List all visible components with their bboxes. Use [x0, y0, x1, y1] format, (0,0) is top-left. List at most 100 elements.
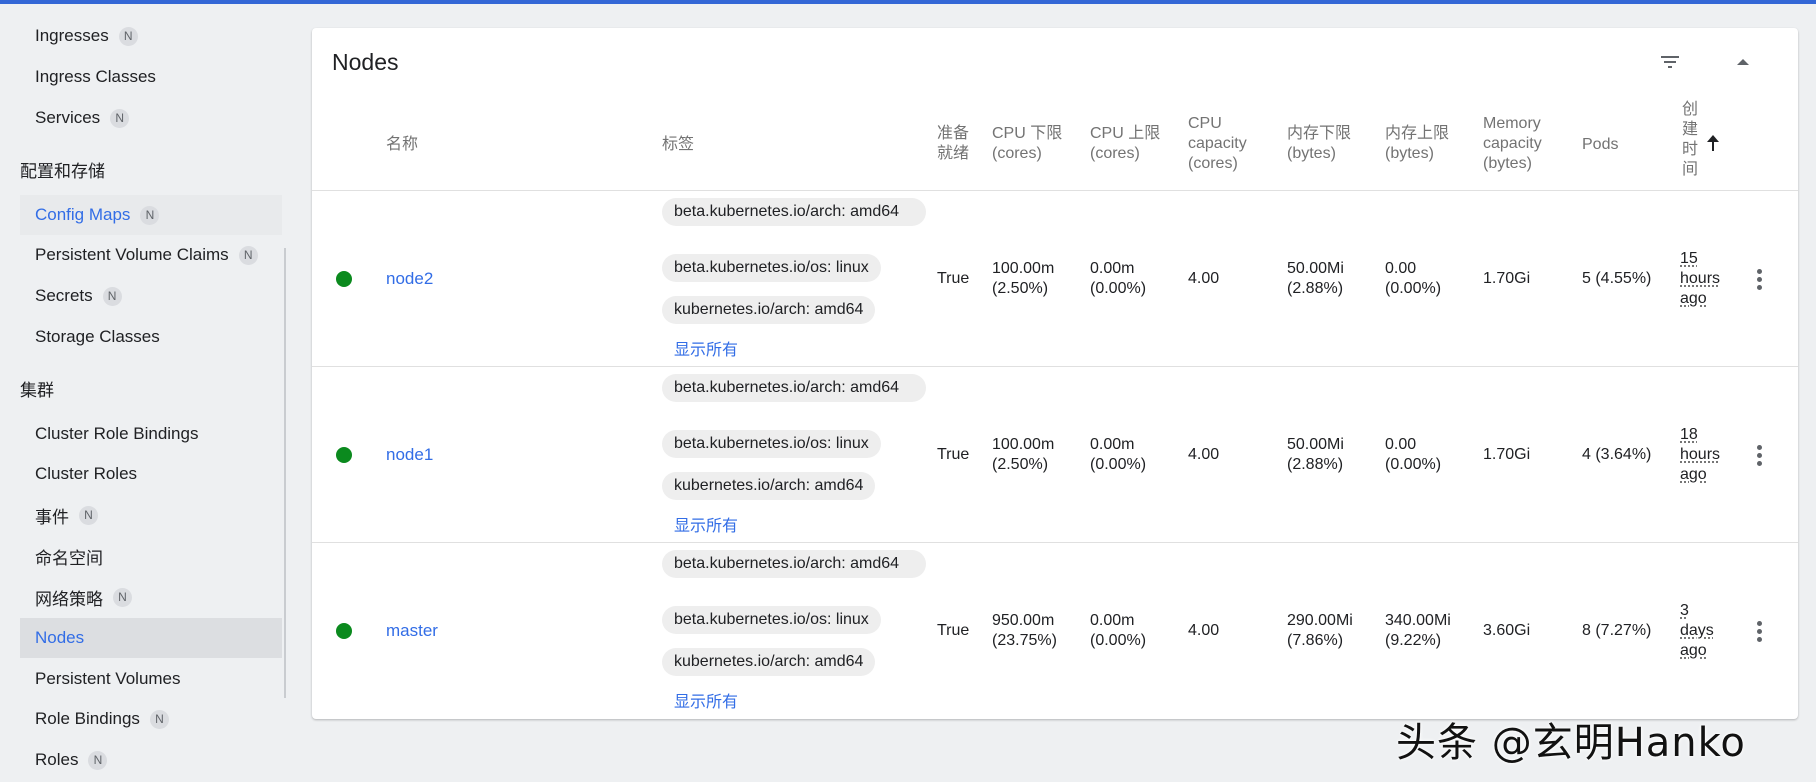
new-badge: N — [88, 750, 108, 770]
more-vert-icon — [1756, 276, 1762, 282]
pods-value: 5 (4.55%) — [1582, 270, 1652, 287]
new-badge: N — [102, 286, 122, 306]
sidebar-item-persistent-volumes[interactable]: Persistent Volumes — [20, 659, 282, 699]
sidebar-scrollbar[interactable] — [284, 248, 286, 698]
cpu-limits-value: 0.00m (0.00%) — [1090, 259, 1146, 299]
cpu-limits-value: 0.00m (0.00%) — [1090, 435, 1146, 475]
sidebar-item-label: Cluster Roles — [35, 464, 138, 483]
sidebar-item-secrets[interactable]: Secrets N — [20, 276, 282, 316]
ready-value: True — [937, 270, 970, 287]
sidebar-item-namespaces[interactable]: 命名空间 — [20, 536, 282, 576]
more-vert-icon — [1756, 268, 1762, 274]
column-header-name[interactable]: 名称 — [386, 135, 418, 155]
value-line: 18 — [1680, 426, 1698, 443]
value-line: ago — [1680, 466, 1707, 483]
column-header-pods: Pods — [1582, 136, 1619, 153]
show-all-labels-link[interactable]: 显示所有 — [674, 336, 738, 360]
column-header-memory-capacity: Memory capacity (bytes) — [1483, 114, 1542, 174]
sidebar-item-ingresses[interactable]: Ingresses N — [20, 16, 282, 56]
created-age: 3 days ago — [1680, 601, 1714, 661]
sidebar-item-label: Persistent Volumes — [35, 669, 181, 688]
sidebar-item-roles[interactable]: Roles N — [20, 740, 282, 780]
show-all-labels-link[interactable]: 显示所有 — [674, 512, 738, 536]
value-line: hours — [1680, 270, 1721, 287]
sort-arrow-up-icon[interactable] — [1704, 133, 1722, 153]
sidebar-item-label: Persistent Volume Claims — [35, 245, 229, 264]
memory-requests-value: 50.00Mi (2.88%) — [1287, 435, 1344, 475]
more-vert-icon — [1756, 636, 1762, 642]
column-header-labels: 标签 — [662, 136, 695, 153]
value-line: (0.00%) — [1385, 456, 1442, 473]
row-actions-button[interactable] — [1745, 439, 1773, 471]
value-line: 340.00Mi — [1385, 612, 1451, 629]
cpu-capacity-value: 4.00 — [1188, 446, 1220, 463]
column-header-line: 创 — [1682, 101, 1699, 118]
new-badge: N — [118, 26, 138, 46]
more-vert-icon — [1756, 628, 1762, 634]
new-badge: N — [110, 108, 130, 128]
column-header-line: (bytes) — [1287, 145, 1336, 162]
node-name-link[interactable]: node1 — [386, 445, 433, 465]
column-header-cpu-limits: CPU 上限 (cores) — [1090, 124, 1160, 164]
pods-value: 8 (7.27%) — [1582, 622, 1652, 639]
cpu-capacity-value: 4.00 — [1188, 270, 1220, 287]
column-header-line: 就绪 — [937, 145, 970, 162]
sidebar-item-cluster-roles[interactable]: Cluster Roles — [20, 454, 282, 494]
value-line: ago — [1680, 290, 1707, 307]
column-header-created[interactable]: 创 建 时 间 — [1682, 100, 1698, 180]
value-line: 15 — [1680, 250, 1698, 267]
column-header-line: 建 — [1682, 121, 1699, 138]
memory-limits-value: 340.00Mi (9.22%) — [1385, 611, 1451, 651]
column-header-line: 内存下限 — [1287, 125, 1352, 142]
sidebar-item-services[interactable]: Services N — [20, 98, 282, 138]
sidebar-item-role-bindings[interactable]: Role Bindings N — [20, 699, 282, 739]
show-all-labels-link[interactable]: 显示所有 — [674, 688, 738, 712]
sidebar-item-network-policies[interactable]: 网络策略 N — [20, 577, 282, 617]
row-actions-button[interactable] — [1745, 615, 1773, 647]
sidebar-item-config-maps[interactable]: Config Maps N — [20, 195, 282, 235]
ready-value: True — [937, 622, 970, 639]
column-header-line: 准备 — [937, 125, 970, 142]
sidebar-item-storage-classes[interactable]: Storage Classes — [20, 317, 282, 357]
sidebar-item-label: 事件 — [35, 507, 69, 527]
column-header-line: 时 — [1682, 141, 1699, 158]
cpu-requests-value: 950.00m (23.75%) — [992, 611, 1057, 651]
row-actions-button[interactable] — [1745, 263, 1773, 295]
value-line: (0.00%) — [1090, 632, 1147, 649]
sidebar-item-persistent-volume-claims[interactable]: Persistent Volume Claims N — [20, 235, 282, 275]
value-line: (0.00%) — [1090, 280, 1147, 297]
sidebar-item-cluster-role-bindings[interactable]: Cluster Role Bindings — [20, 414, 282, 454]
card-title: Nodes — [332, 49, 399, 75]
sidebar-item-label: Secrets — [35, 286, 93, 305]
node-name-link[interactable]: node2 — [386, 269, 433, 289]
memory-capacity-value: 3.60Gi — [1483, 622, 1531, 639]
value-line: (7.86%) — [1287, 632, 1344, 649]
label-chip: beta.kubernetes.io/arch: amd64 — [662, 198, 926, 226]
value-line: (2.50%) — [992, 456, 1049, 473]
value-line: 3 — [1680, 602, 1689, 619]
sidebar-item-label: Role Bindings — [35, 709, 140, 728]
filter-button[interactable] — [1652, 44, 1688, 80]
column-header-line: capacity — [1188, 135, 1247, 152]
column-header-cpu-capacity: CPU capacity (cores) — [1188, 114, 1247, 174]
sidebar-item-label: Config Maps — [35, 205, 131, 224]
value-line: (23.75%) — [992, 632, 1057, 649]
sidebar-item-nodes[interactable]: Nodes — [20, 618, 282, 658]
value-line: 50.00Mi — [1287, 260, 1344, 277]
collapse-button[interactable] — [1725, 44, 1761, 80]
label-chip: beta.kubernetes.io/arch: amd64 — [662, 374, 926, 402]
memory-limits-value: 0.00 (0.00%) — [1385, 435, 1441, 475]
ready-value: True — [937, 446, 970, 463]
value-line: 0.00 — [1385, 260, 1417, 277]
node-name-link[interactable]: master — [386, 621, 438, 641]
column-header-line: (cores) — [1090, 145, 1140, 162]
sidebar-item-label: Cluster Role Bindings — [35, 424, 199, 443]
sidebar-item-ingress-classes[interactable]: Ingress Classes — [20, 57, 282, 97]
value-line: 0.00m — [1090, 436, 1135, 453]
sidebar-item-events[interactable]: 事件 N — [20, 495, 282, 535]
created-age: 18 hours ago — [1680, 425, 1720, 485]
column-header-line: CPU 上限 — [1090, 125, 1161, 142]
table-row: master beta.kubernetes.io/arch: amd64 be… — [312, 543, 1798, 719]
table-row: node1 beta.kubernetes.io/arch: amd64 bet… — [312, 367, 1798, 543]
nodes-card: Nodes 名称 标签 准备 就绪 CPU 下限 (cores) CPU 上限 — [312, 28, 1798, 719]
